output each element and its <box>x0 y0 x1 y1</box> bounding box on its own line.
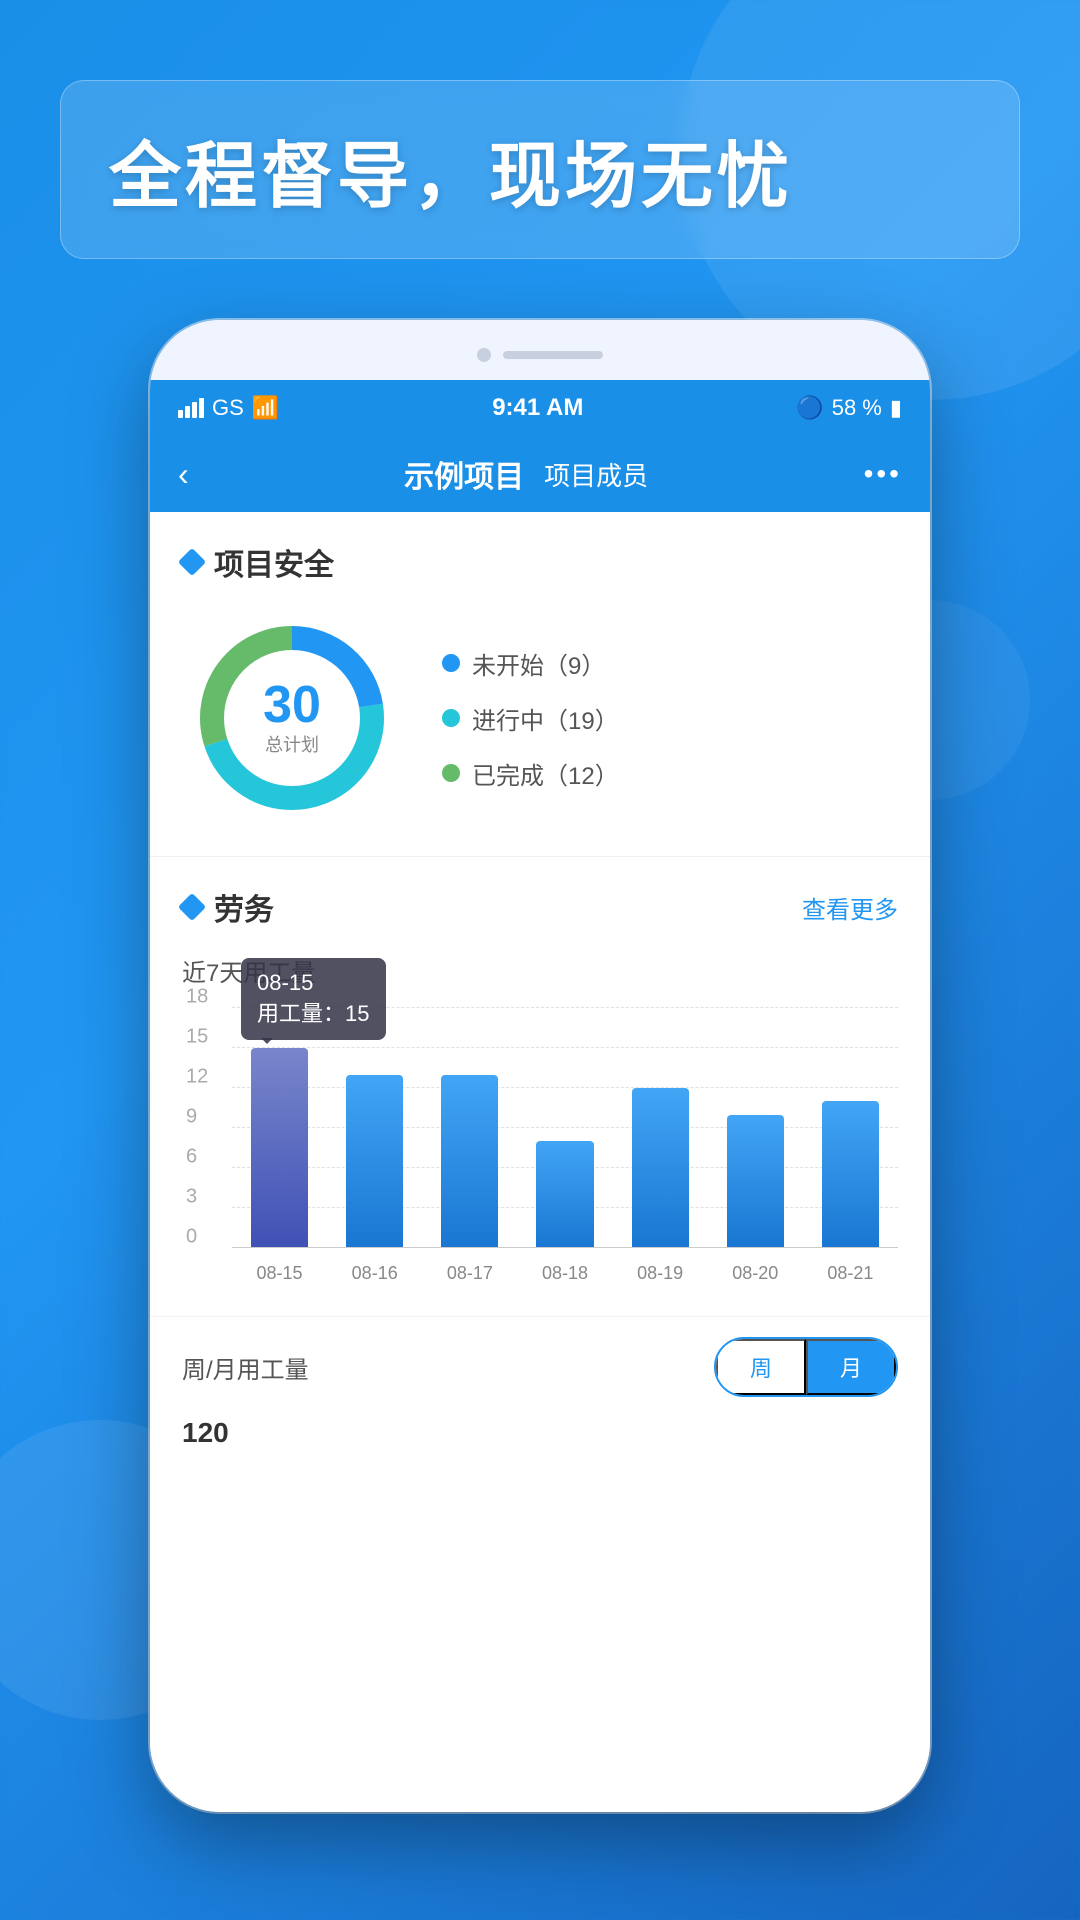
chart-legend: 未开始（9） 进行中（19） 已完成（12） <box>442 646 619 791</box>
legend-dot-green <box>442 764 460 782</box>
project-safety-section: 项目安全 <box>150 512 930 857</box>
bar-chart-area: 1815129630 08-15用工量：1508-1508-1608-1708-… <box>182 1008 898 1288</box>
bar-x-label: 08-19 <box>637 1263 683 1284</box>
legend-dot-blue <box>442 654 460 672</box>
bar-08-15[interactable]: 08-15用工量：15 <box>251 1048 308 1248</box>
weekly-value-area: 120 <box>150 1407 930 1469</box>
legend-label-completed: 已完成（12） <box>472 756 619 791</box>
bar-08-20[interactable] <box>727 1115 784 1248</box>
donut-chart: 30 总计划 <box>182 608 402 828</box>
donut-total-number: 30 <box>263 679 321 731</box>
signal-bar-3 <box>192 402 197 418</box>
gridline-label: 15 <box>186 1025 208 1048</box>
bar-x-label: 08-15 <box>257 1263 303 1284</box>
signal-icon <box>178 398 204 418</box>
nav-subtitle[interactable]: 项目成员 <box>544 456 648 493</box>
bar-08-16[interactable] <box>346 1075 403 1248</box>
status-time: 9:41 AM <box>492 394 583 422</box>
bar-x-label: 08-20 <box>732 1263 778 1284</box>
bar-group[interactable]: 08-16 <box>327 1008 422 1248</box>
status-left: GS 📶 <box>178 395 279 421</box>
section-title-labor: 劳务 <box>214 885 274 929</box>
section-header-labor: 劳务 查看更多 <box>182 885 898 929</box>
section-header-safety: 项目安全 <box>182 540 898 584</box>
bar-x-label: 08-18 <box>542 1263 588 1284</box>
header-banner: 全程督导，现场无忧 <box>60 80 1020 259</box>
battery-icon: ▮ <box>890 395 902 421</box>
bar-08-17[interactable] <box>441 1075 498 1248</box>
bar-group[interactable]: 08-21 <box>803 1008 898 1248</box>
diamond-icon-safety <box>178 548 206 576</box>
phone-frame: GS 📶 9:41 AM 🔵 58 % ▮ ‹ 示例项目 项目成员 ••• <box>150 320 930 1812</box>
phone-wrapper: GS 📶 9:41 AM 🔵 58 % ▮ ‹ 示例项目 项目成员 ••• <box>150 320 930 1812</box>
gridline-label: 18 <box>186 985 208 1008</box>
toggle-month-button[interactable]: 月 <box>806 1339 896 1395</box>
toggle-buttons: 周 月 <box>714 1337 898 1397</box>
bar-08-18[interactable] <box>536 1141 593 1248</box>
bar-group[interactable]: 08-18 <box>517 1008 612 1248</box>
header-title: 全程督导，现场无忧 <box>109 117 971 222</box>
battery-percent: 58 % <box>832 395 882 421</box>
bluetooth-icon: 🔵 <box>796 395 823 421</box>
back-icon: ‹ <box>178 456 189 492</box>
gridline-label: 0 <box>186 1225 197 1248</box>
donut-center: 30 总计划 <box>263 679 321 757</box>
notch-bar <box>503 351 603 359</box>
legend-item-in-progress: 进行中（19） <box>442 701 619 736</box>
nav-title: 示例项目 <box>404 452 524 496</box>
bar-group[interactable]: 08-19 <box>613 1008 708 1248</box>
toggle-label: 周/月用工量 <box>182 1350 309 1385</box>
legend-dot-cyan <box>442 709 460 727</box>
gridline-label: 9 <box>186 1105 197 1128</box>
donut-total-label: 总计划 <box>263 731 321 757</box>
bar-chart: 1815129630 08-15用工量：1508-1508-1608-1708-… <box>182 1008 898 1288</box>
weekly-value: 120 <box>182 1417 229 1448</box>
diamond-icon-labor <box>178 893 206 921</box>
section-title-wrap: 项目安全 <box>182 540 334 584</box>
bar-group[interactable]: 08-17 <box>422 1008 517 1248</box>
labor-section: 劳务 查看更多 近7天用工量 1815129630 08-15用工量：1508-… <box>150 857 930 1317</box>
legend-label-not-started: 未开始（9） <box>472 646 605 681</box>
gridline-label: 12 <box>186 1065 208 1088</box>
status-bar: GS 📶 9:41 AM 🔵 58 % ▮ <box>150 380 930 436</box>
nav-bar: ‹ 示例项目 项目成员 ••• <box>150 436 930 512</box>
bar-08-19[interactable] <box>632 1088 689 1248</box>
signal-bar-2 <box>185 406 190 418</box>
signal-bar-1 <box>178 410 183 418</box>
legend-label-in-progress: 进行中（19） <box>472 701 619 736</box>
toggle-row: 周/月用工量 周 月 <box>150 1317 930 1407</box>
gridline-label: 3 <box>186 1185 197 1208</box>
nav-center: 示例项目 项目成员 <box>404 452 648 496</box>
signal-bar-4 <box>199 398 204 418</box>
section-title-safety: 项目安全 <box>214 540 334 584</box>
bar-tooltip: 08-15用工量：15 <box>241 958 385 1040</box>
bar-group[interactable]: 08-20 <box>708 1008 803 1248</box>
more-button[interactable]: ••• <box>864 458 902 490</box>
status-right: 🔵 58 % ▮ <box>796 395 902 421</box>
content-area: 项目安全 <box>150 512 930 1812</box>
x-axis-line <box>232 1247 898 1248</box>
wifi-icon: 📶 <box>252 395 279 421</box>
bar-group[interactable]: 08-15用工量：1508-15 <box>232 1008 327 1248</box>
phone-notch-area <box>150 320 930 380</box>
notch-dot <box>477 348 491 362</box>
labor-more-link[interactable]: 查看更多 <box>802 890 898 925</box>
toggle-week-button[interactable]: 周 <box>716 1339 806 1395</box>
back-button[interactable]: ‹ <box>178 456 189 493</box>
carrier-label: GS <box>212 395 244 421</box>
legend-item-not-started: 未开始（9） <box>442 646 619 681</box>
bar-x-label: 08-21 <box>827 1263 873 1284</box>
bar-x-label: 08-17 <box>447 1263 493 1284</box>
gridline-label: 6 <box>186 1145 197 1168</box>
chart-row: 30 总计划 未开始（9） 进行中（19） <box>182 608 898 828</box>
bar-x-label: 08-16 <box>352 1263 398 1284</box>
section-title-wrap-labor: 劳务 <box>182 885 274 929</box>
bar-08-21[interactable] <box>822 1101 879 1248</box>
legend-item-completed: 已完成（12） <box>442 756 619 791</box>
